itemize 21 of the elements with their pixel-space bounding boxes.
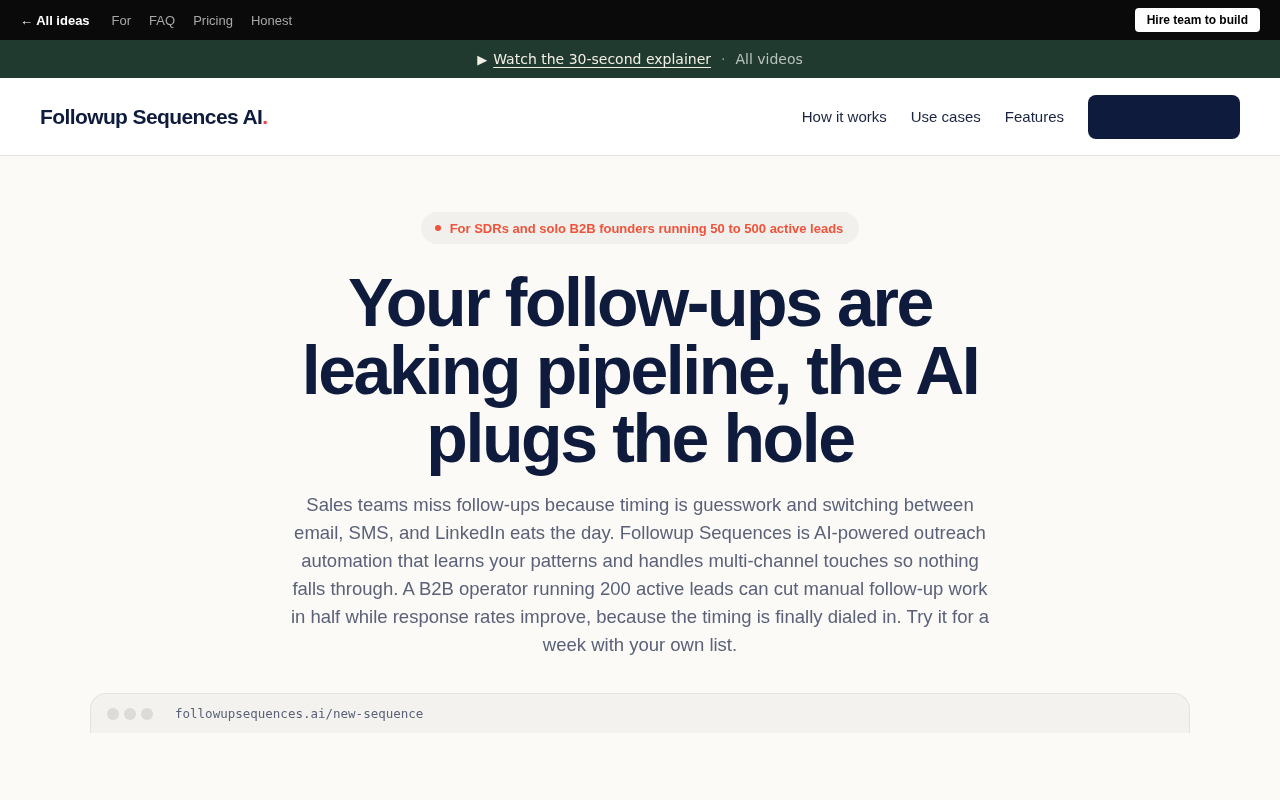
hero-description: Sales teams miss follow-ups because timing is guesswork and switching between email, SMS, and LinkedIn eats the day. Followup Sequences is AI-powered outreach automation that learns your patterns and handles multi-channel touches so nothing falls through. A B2B operator running 200 active leads can cut manual follow-up work in half while response rates improve, because the timing is finally dialed in. Try it for a week with your own list. <box>289 493 991 657</box>
cta-button[interactable] <box>1088 94 1240 139</box>
play-icon: ▶ <box>477 51 488 67</box>
nav-link[interactable]: Honest <box>250 12 293 28</box>
window-dots-icon <box>107 707 153 720</box>
nav-link[interactable]: Features <box>1004 108 1064 125</box>
nav-link[interactable]: For <box>111 12 132 28</box>
explainer-video-link[interactable]: Watch the 30-second explainer <box>493 51 712 67</box>
audience-badge-text: For SDRs and solo B2B founders running 50 to 500 active leads <box>449 220 844 236</box>
nav-link[interactable]: Pricing <box>193 12 233 28</box>
hire-button[interactable]: Hire team to build <box>1134 8 1260 32</box>
all-videos-link[interactable]: All videos <box>735 51 803 67</box>
separator-dot: · <box>721 51 726 67</box>
status-dot-icon <box>434 225 441 231</box>
nav-link[interactable]: How it works <box>801 108 887 125</box>
hero-headline: Your follow-ups are leaking pipeline, the AI plugs the hole <box>300 268 980 478</box>
address-text: followupsequences.ai/new-sequence <box>175 706 424 721</box>
nav-link[interactable]: Use cases <box>910 108 981 125</box>
back-link[interactable]: ← All ideas <box>20 12 90 28</box>
logo[interactable]: Followup Sequences AI. <box>40 104 268 129</box>
nav-link[interactable]: FAQ <box>149 12 176 28</box>
